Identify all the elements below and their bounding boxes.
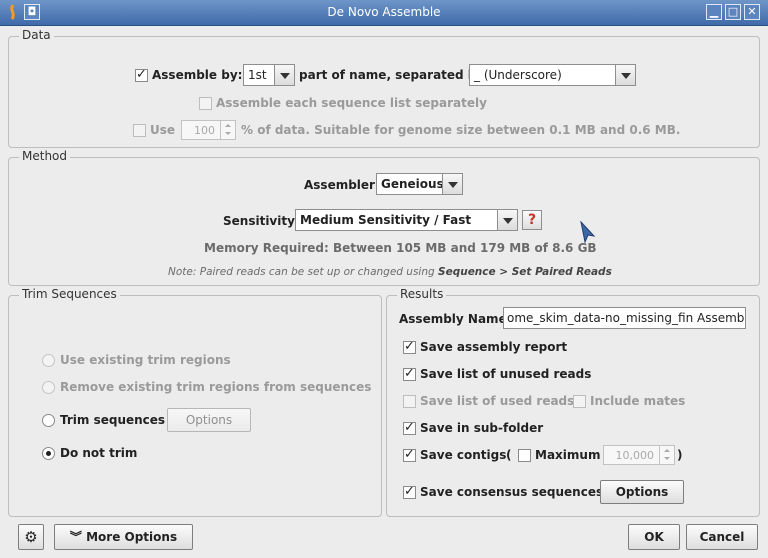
trim-sequences-label: Trim sequences	[60, 413, 166, 427]
assemble-by-select[interactable]: 1st	[243, 64, 295, 86]
assembler-select[interactable]: Geneious	[376, 173, 463, 195]
trim-sequences-radio[interactable]	[42, 414, 55, 427]
data-legend: Data	[19, 28, 54, 42]
save-consensus-checkbox[interactable]	[403, 484, 416, 499]
chevron-down-icon	[615, 65, 635, 85]
spinner-arrows-icon[interactable]	[659, 446, 674, 464]
window-title: De Novo Assemble	[327, 5, 441, 19]
save-contigs-label: Save contigs	[420, 448, 507, 462]
cancel-button[interactable]: Cancel	[686, 524, 758, 550]
close-icon[interactable]: ✕	[744, 4, 760, 20]
each-list-checkbox[interactable]	[199, 97, 212, 110]
chevron-down-icon	[274, 65, 294, 85]
assemble-by-label: Assemble by:	[152, 68, 243, 82]
save-report-checkbox[interactable]	[403, 339, 416, 354]
paired-reads-note: Note: Paired reads can be set up or chan…	[168, 266, 612, 278]
paired-reads-link[interactable]: Sequence > Set Paired Reads	[438, 266, 612, 278]
use-percent-spinner[interactable]: 100	[181, 120, 236, 140]
use-existing-trim-label: Use existing trim regions	[60, 353, 231, 367]
maximum-label: Maximum	[535, 448, 601, 462]
maximize-icon[interactable]: □	[725, 4, 741, 20]
minimize-icon[interactable]: ▁	[706, 4, 722, 20]
include-mates-checkbox[interactable]	[573, 395, 586, 408]
help-icon[interactable]: ?	[522, 210, 542, 230]
save-report-label: Save assembly report	[420, 340, 568, 354]
results-legend: Results	[397, 287, 447, 301]
assembly-name-label: Assembly Name	[399, 312, 507, 326]
ok-button[interactable]: OK	[628, 524, 680, 550]
each-list-label: Assemble each sequence list separately	[216, 96, 487, 110]
save-used-label: Save list of used reads	[420, 394, 575, 408]
chevron-down-icon	[497, 210, 517, 230]
more-options-button[interactable]: ︾ More Options	[54, 524, 193, 550]
do-not-trim-label: Do not trim	[60, 446, 138, 460]
use-percent-checkbox[interactable]	[133, 124, 146, 137]
separator-select[interactable]: _ (Underscore)	[469, 64, 636, 86]
spinner-arrows-icon[interactable]	[220, 121, 235, 139]
save-subfolder-checkbox[interactable]	[403, 420, 416, 435]
paren-open: (	[506, 448, 512, 462]
save-used-checkbox[interactable]	[403, 395, 416, 408]
memory-required-text: Memory Required: Between 105 MB and 179 …	[204, 241, 597, 255]
paren-close: )	[677, 448, 683, 462]
assembly-name-input[interactable]: ome_skim_data-no_missing_fin Assembly	[503, 307, 746, 329]
trim-panel: Trim Sequences	[8, 287, 382, 517]
save-subfolder-label: Save in sub-folder	[420, 421, 544, 435]
gear-icon: ⚙	[24, 528, 38, 546]
maximum-checkbox[interactable]	[518, 449, 531, 462]
remove-trim-label: Remove existing trim regions from sequen…	[60, 380, 372, 394]
part-of-name-label: part of name, separated by	[299, 68, 485, 82]
consensus-options-button[interactable]: Options	[600, 480, 684, 504]
sensitivity-select[interactable]: Medium Sensitivity / Fast	[295, 209, 518, 231]
save-unused-checkbox[interactable]	[403, 366, 416, 381]
save-consensus-label: Save consensus sequences	[420, 485, 604, 499]
use-percent-suffix: % of data. Suitable for genome size betw…	[241, 123, 681, 137]
trim-options-button[interactable]: Options	[167, 408, 251, 432]
do-not-trim-radio[interactable]	[42, 447, 55, 460]
double-chevron-down-icon: ︾	[69, 530, 82, 544]
settings-button[interactable]: ⚙	[18, 524, 44, 550]
method-legend: Method	[19, 149, 71, 163]
mouse-cursor-icon	[580, 221, 596, 243]
title-bar: ◘ De Novo Assemble ▁ □ ✕	[0, 0, 768, 26]
maximum-spinner[interactable]: 10,000	[603, 445, 675, 465]
include-mates-label: Include mates	[590, 394, 686, 408]
chevron-down-icon	[442, 174, 462, 194]
trim-legend: Trim Sequences	[19, 287, 120, 301]
assembler-label: Assembler:	[304, 178, 380, 192]
use-existing-trim-radio[interactable]	[42, 354, 55, 367]
save-unused-label: Save list of unused reads	[420, 367, 592, 381]
sensitivity-label: Sensitivity:	[223, 214, 300, 228]
assemble-by-checkbox[interactable]	[135, 67, 148, 82]
use-label: Use	[150, 123, 176, 137]
save-contigs-checkbox[interactable]	[403, 447, 416, 462]
remove-trim-radio[interactable]	[42, 381, 55, 394]
